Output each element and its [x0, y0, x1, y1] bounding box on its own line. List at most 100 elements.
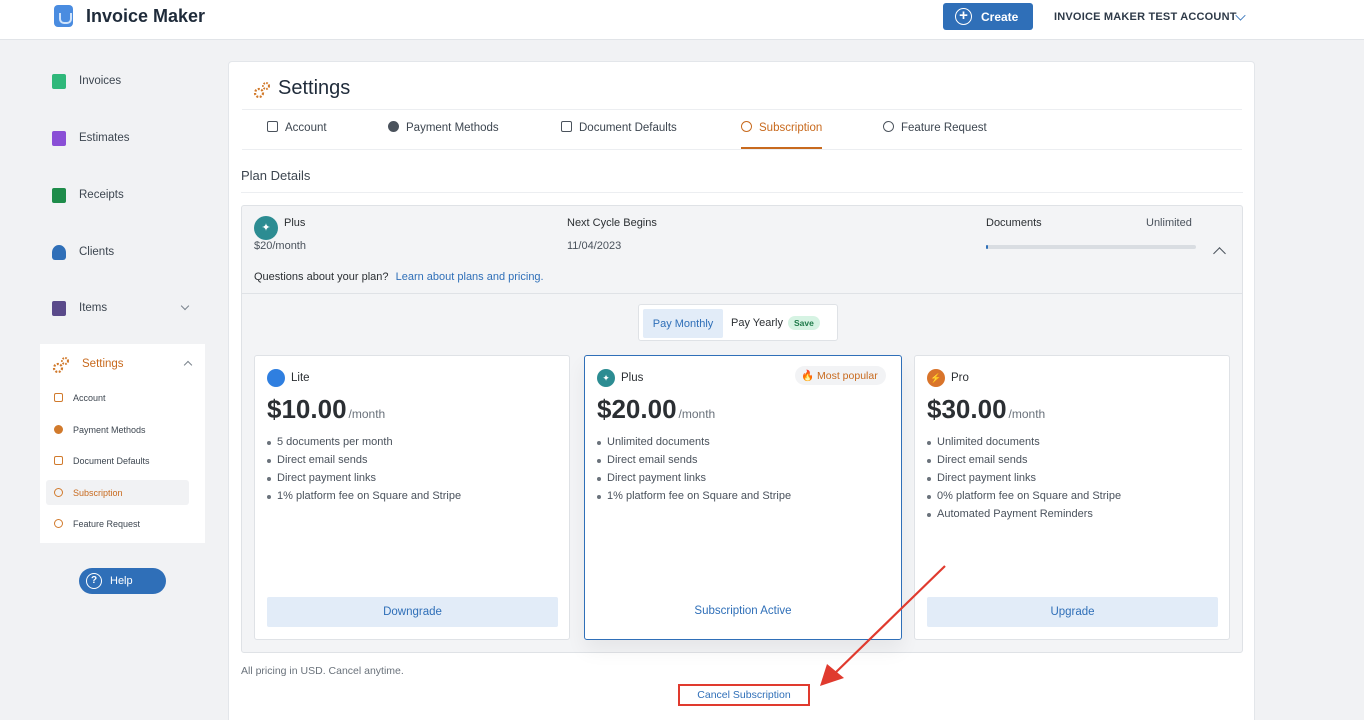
current-plan-name: Plus [284, 217, 306, 229]
plan-price: $10.00/month [267, 394, 385, 425]
plan-feature: Unlimited documents [926, 436, 1121, 454]
tab-account[interactable]: Account [267, 121, 327, 149]
tab-label: Document Defaults [579, 122, 677, 134]
sidebar-subitem-account[interactable]: Account [46, 385, 189, 410]
pay-monthly-option[interactable]: Pay Monthly [643, 309, 723, 338]
plan-feature: Unlimited documents [596, 436, 791, 454]
plan-feature: Automated Payment Reminders [926, 508, 1121, 526]
downgrade-button[interactable]: Downgrade [267, 597, 558, 627]
plan-features: Unlimited documents Direct email sends D… [926, 436, 1121, 526]
annotation-arrow [820, 565, 946, 686]
gears-icon [253, 82, 270, 99]
documents-label: Documents [986, 217, 1042, 229]
plan-feature: 1% platform fee on Square and Stripe [266, 490, 461, 508]
sidebar-subitem-payment-methods[interactable]: Payment Methods [46, 417, 189, 442]
app-logo-icon [54, 5, 73, 27]
sidebar-item-label: Settings [82, 358, 124, 370]
plan-name: Plus [621, 372, 644, 384]
most-popular-label: Most popular [817, 370, 878, 382]
tab-label: Subscription [759, 122, 823, 134]
pay-yearly-option[interactable]: Pay Yearly Save [731, 316, 820, 330]
documents-value: Unlimited [1146, 217, 1192, 229]
sidebar-item-label: Estimates [79, 132, 130, 144]
tab-label: Account [285, 122, 327, 134]
tab-feature-request[interactable]: Feature Request [883, 121, 987, 149]
most-popular-badge: 🔥 Most popular [795, 366, 886, 385]
billing-period-toggle: Pay Monthly Pay Yearly Save [638, 304, 838, 341]
tab-document-defaults[interactable]: Document Defaults [561, 121, 677, 149]
sidebar-item-items[interactable]: Items [52, 299, 197, 319]
create-button[interactable]: + Create [943, 3, 1033, 30]
sidebar-item-settings[interactable]: Settings [52, 356, 193, 377]
plan-features: Unlimited documents Direct email sends D… [596, 436, 791, 508]
items-icon [52, 301, 66, 316]
subscription-icon [54, 488, 63, 497]
plan-price-period: /month [678, 407, 716, 421]
chevron-up-icon [183, 360, 193, 370]
help-button[interactable]: ? Help [79, 568, 166, 594]
tab-label: Payment Methods [406, 122, 499, 134]
plans-pricing-link[interactable]: Learn about plans and pricing. [396, 271, 544, 283]
sidebar-subitem-label: Subscription [73, 488, 123, 498]
plan-features: 5 documents per month Direct email sends… [266, 436, 461, 508]
plan-price-value: $10.00 [267, 394, 347, 424]
plan-price-value: $30.00 [927, 394, 1007, 424]
cancel-subscription-link[interactable]: Cancel Subscription [678, 684, 810, 706]
plan-card-pro: ⚡ Pro $30.00/month Unlimited documents D… [914, 355, 1230, 640]
plan-price-period: /month [348, 407, 386, 421]
account-icon [267, 121, 278, 132]
question-icon: ? [86, 573, 102, 589]
sidebar-subitem-label: Document Defaults [73, 456, 150, 466]
sidebar-subitem-feature-request[interactable]: Feature Request [46, 511, 189, 536]
plan-name: Pro [951, 372, 969, 384]
sparkle-icon: ✦ [597, 369, 615, 387]
sidebar-item-label: Receipts [79, 189, 124, 201]
section-title: Plan Details [241, 168, 311, 183]
chevron-up-icon[interactable] [1213, 247, 1226, 260]
divider [242, 109, 1242, 110]
pay-yearly-label: Pay Yearly [731, 317, 783, 329]
questions-text: Questions about your plan? [254, 271, 389, 283]
plan-feature: 0% platform fee on Square and Stripe [926, 490, 1121, 508]
next-cycle-date: 11/04/2023 [567, 240, 622, 252]
feature-request-icon [54, 519, 63, 528]
invoice-icon [52, 74, 66, 89]
subscription-icon [741, 121, 752, 132]
plan-questions: Questions about your plan? Learn about p… [254, 271, 544, 283]
plan-price-value: $20.00 [597, 394, 677, 424]
plan-feature: Direct payment links [596, 472, 791, 490]
plan-feature: 5 documents per month [266, 436, 461, 454]
sidebar-subitem-subscription[interactable]: Subscription [46, 480, 189, 505]
feature-request-icon [883, 121, 894, 132]
plan-feature: Direct email sends [596, 454, 791, 472]
help-label: Help [110, 575, 133, 587]
plan-price: $20.00/month [597, 394, 715, 425]
create-label: Create [981, 10, 1019, 24]
plan-feature: Direct email sends [926, 454, 1121, 472]
estimate-icon [52, 131, 66, 146]
lite-plan-icon [267, 369, 285, 387]
document-defaults-icon [54, 456, 63, 465]
settings-panel: Settings Account Payment Methods Documen… [228, 61, 1255, 720]
sidebar-item-label: Invoices [79, 75, 122, 87]
document-defaults-icon [561, 121, 572, 132]
plan-price: $30.00/month [927, 394, 1045, 425]
tab-payment-methods[interactable]: Payment Methods [388, 121, 499, 149]
sidebar-settings-group: Settings Account Payment Methods Documen… [40, 344, 205, 543]
sidebar-subitem-label: Feature Request [73, 519, 141, 529]
plan-feature: Direct payment links [926, 472, 1121, 490]
divider [242, 149, 1242, 150]
payment-methods-icon [54, 425, 63, 434]
account-menu[interactable]: INVOICE MAKER TEST ACCOUNT [1054, 11, 1237, 23]
tab-label: Feature Request [901, 122, 987, 134]
page-title: Settings [278, 77, 351, 99]
gears-icon [52, 357, 69, 374]
app-title: Invoice Maker [86, 6, 206, 26]
plan-summary: ✦ Plus $20/month Next Cycle Begins 11/04… [242, 206, 1242, 294]
tab-subscription[interactable]: Subscription [741, 121, 823, 149]
sidebar-subitem-document-defaults[interactable]: Document Defaults [46, 448, 189, 473]
upgrade-button[interactable]: Upgrade [927, 597, 1218, 627]
documents-progress-fill [986, 245, 989, 249]
receipt-icon [52, 188, 66, 203]
save-badge: Save [787, 316, 820, 330]
